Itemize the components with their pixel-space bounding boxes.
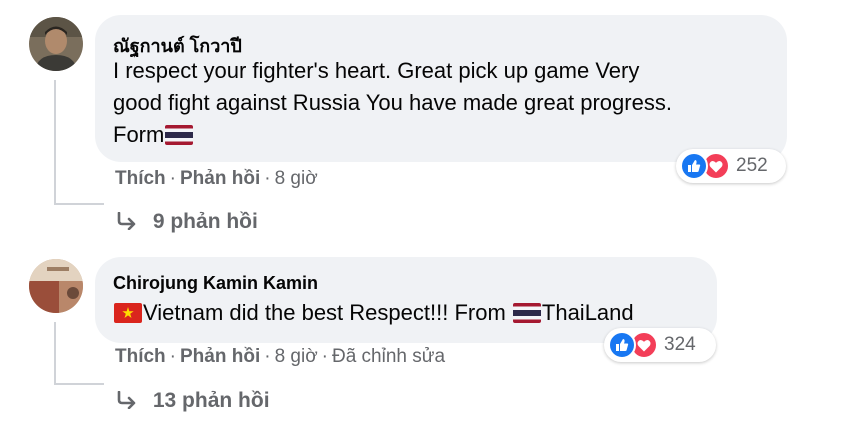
replies-count-label: 13 phản hồi [152,389,270,412]
comment-actions: Thích · Phản hồi · 8 giờ · Đã chỉnh sửa [115,346,445,368]
thailand-flag-icon [512,301,541,333]
comment-text-part: Vietnam did the best Respect!!! From [143,300,512,325]
comment-text-line: good fight against Russia You have made … [113,90,672,115]
thailand-flag-icon [165,123,194,155]
reaction-count: 252 [736,155,768,176]
like-icon [608,331,636,359]
thread-line [54,383,104,385]
separator-dot: · [264,168,271,189]
separator-dot: · [321,346,328,367]
thread-line [54,80,56,205]
edited-label[interactable]: Đã chỉnh sửa [332,346,445,367]
reaction-count: 324 [664,334,696,355]
separator-dot: · [264,346,271,367]
reaction-summary[interactable]: 324 [604,328,716,362]
comment-actions: Thích · Phản hồi · 8 giờ [115,168,318,190]
comment-timestamp[interactable]: 8 giờ [275,346,318,367]
reply-arrow-icon [117,389,145,412]
reply-button[interactable]: Phản hồi [180,168,260,189]
replies-count-label: 9 phản hồi [152,210,258,233]
comment-timestamp[interactable]: 8 giờ [275,168,318,189]
view-replies-link[interactable]: 9 phản hồi [117,210,258,234]
thread-line [54,203,104,205]
separator-dot: · [169,168,176,189]
like-icon [680,152,708,180]
reaction-summary[interactable]: 252 [676,149,786,183]
separator-dot: · [169,346,176,367]
avatar[interactable] [29,259,83,313]
comment-author[interactable]: Chirojung Kamin Kamin [113,273,318,294]
comment-text-part: ThaiLand [541,300,634,325]
view-replies-link[interactable]: 13 phản hồi [117,389,270,413]
comment-text-line: Form [113,122,165,147]
like-button[interactable]: Thích [115,168,166,189]
reply-button[interactable]: Phản hồi [180,346,260,367]
comment-text-line: I respect your fighter's heart. Great pi… [113,58,640,83]
like-button[interactable]: Thích [115,346,166,367]
thread-line [54,322,56,385]
comment-text: Vietnam did the best Respect!!! From Tha… [113,297,634,333]
vietnam-flag-icon [114,301,142,333]
comment-text: I respect your fighter's heart. Great pi… [113,55,773,155]
avatar[interactable] [29,17,83,71]
comment-text-line: Form [113,119,773,155]
reply-arrow-icon [117,210,145,233]
